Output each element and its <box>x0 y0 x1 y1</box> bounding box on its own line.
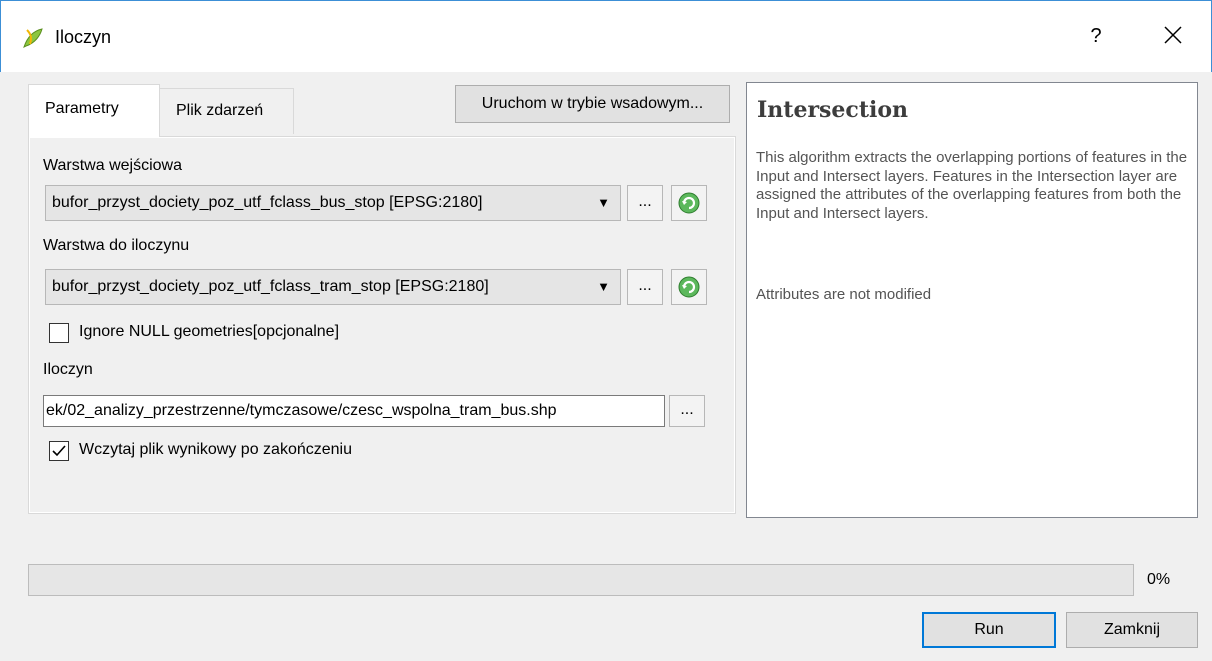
tab-plik-zdarzen[interactable]: Plik zdarzeń <box>160 88 294 134</box>
overlay-layer-label: Warstwa do iloczynu <box>43 237 190 254</box>
parameters-panel: Warstwa wejściowa bufor_przyst_dociety_p… <box>28 136 736 514</box>
help-note: Attributes are not modified <box>756 286 932 303</box>
close-window-button[interactable] <box>1153 19 1193 51</box>
output-path-field[interactable]: ek/02_analizy_przestrzenne/tymczasowe/cz… <box>43 395 665 427</box>
chevron-down-icon: ▼ <box>597 279 610 294</box>
qgis-leaf-icon <box>21 26 45 50</box>
batch-mode-button[interactable]: Uruchom w trybie wsadowym... <box>455 85 730 123</box>
title-bar: Iloczyn ? <box>0 0 1212 72</box>
input-layer-iterate-button[interactable] <box>671 185 707 221</box>
progress-bar <box>28 564 1134 596</box>
progress-percent: 0% <box>1147 571 1171 588</box>
help-button[interactable]: ? <box>1081 21 1111 51</box>
iterate-refresh-icon <box>678 276 700 298</box>
load-result-checkbox[interactable] <box>49 441 69 461</box>
ignore-null-label: Ignore NULL geometries[opcjonalne] <box>79 323 340 340</box>
help-description: This algorithm extracts the overlapping … <box>756 149 1188 222</box>
check-icon <box>52 445 66 457</box>
overlay-layer-browse-button[interactable]: ... <box>627 269 663 305</box>
window-title: Iloczyn <box>55 27 112 47</box>
input-layer-label: Warstwa wejściowa <box>43 157 182 174</box>
input-layer-value: bufor_przyst_dociety_poz_utf_fclass_bus_… <box>52 194 483 211</box>
tab-parametry[interactable]: Parametry <box>28 84 160 137</box>
iterate-refresh-icon <box>678 192 700 214</box>
run-button[interactable]: Run <box>922 612 1056 648</box>
output-path-value: ek/02_analizy_przestrzenne/tymczasowe/cz… <box>46 402 557 419</box>
close-icon <box>1164 26 1182 44</box>
input-layer-browse-button[interactable]: ... <box>627 185 663 221</box>
close-button[interactable]: Zamknij <box>1066 612 1198 648</box>
chevron-down-icon: ▼ <box>597 195 610 210</box>
overlay-layer-combo[interactable]: bufor_przyst_dociety_poz_utf_fclass_tram… <box>45 269 621 305</box>
overlay-layer-iterate-button[interactable] <box>671 269 707 305</box>
help-title: Intersection <box>757 97 909 123</box>
help-panel: Intersection This algorithm extracts the… <box>746 82 1198 518</box>
load-result-label: Wczytaj plik wynikowy po zakończeniu <box>79 441 352 458</box>
overlay-layer-value: bufor_przyst_dociety_poz_utf_fclass_tram… <box>52 278 489 295</box>
output-label: Iloczyn <box>43 361 93 378</box>
ignore-null-checkbox[interactable] <box>49 323 69 343</box>
input-layer-combo[interactable]: bufor_przyst_dociety_poz_utf_fclass_bus_… <box>45 185 621 221</box>
output-browse-button[interactable]: ... <box>669 395 705 427</box>
